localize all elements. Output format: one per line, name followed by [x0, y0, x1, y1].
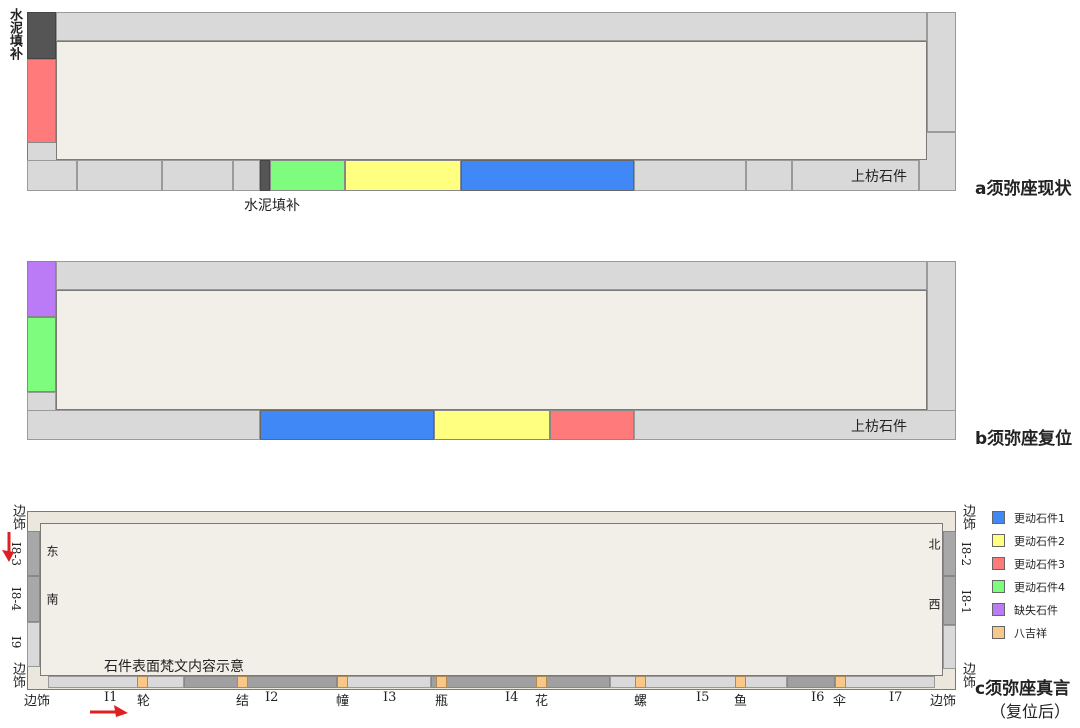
bottom-label-border-left: 边饰	[24, 694, 51, 709]
panel-c-right-label: I8-2	[959, 542, 973, 567]
panel-a-upper-slab	[56, 41, 927, 160]
direction-west: 西	[927, 598, 941, 610]
bottom-label: I3	[383, 690, 397, 705]
bajixiang-marker	[337, 676, 348, 688]
bottom-label: I5	[696, 690, 710, 705]
panel-a-top-strip	[56, 12, 927, 41]
bottom-label: 幢	[336, 694, 350, 709]
panel-b-stone3	[550, 410, 634, 440]
red-arrow-right-icon	[90, 705, 128, 717]
panel-c-right-label: 边饰	[960, 504, 975, 530]
bajixiang-marker	[137, 676, 148, 688]
bottom-label: I7	[889, 690, 903, 705]
bajixiang-marker	[835, 676, 846, 688]
panel-a-bottom-cell	[162, 160, 233, 191]
panel-b-title: b须弥座复位	[975, 429, 1073, 449]
panel-b-stone2	[434, 410, 550, 440]
panel-c-right-cell	[943, 625, 956, 669]
panel-c-left-label: 边饰	[10, 504, 25, 530]
legend-label: 更动石件1	[1014, 512, 1065, 525]
legend-swatch	[992, 626, 1005, 639]
panel-a-right-upper	[927, 12, 956, 132]
bajixiang-marker	[536, 676, 547, 688]
panel-c-left-cell	[27, 531, 40, 576]
panel-c-right-cell	[943, 531, 956, 576]
bottom-label: 螺	[634, 694, 648, 709]
bottom-label: I1	[104, 690, 118, 705]
panel-c-subtitle: （复位后）	[990, 702, 1071, 721]
bajixiang-marker	[735, 676, 746, 688]
panel-b-upper-slab	[56, 290, 927, 410]
panel-a-stone4	[270, 160, 345, 191]
bottom-label: 轮	[137, 694, 151, 709]
legend-swatch	[992, 557, 1005, 570]
panel-c-left-label: 边饰	[10, 662, 25, 688]
panel-c-inner	[40, 523, 943, 676]
panel-a-bottom-cell	[746, 160, 792, 191]
panel-b-bottom-left	[27, 410, 260, 440]
bottom-label-border-right: 边饰	[930, 694, 957, 709]
panel-c-bottom-cell	[48, 676, 184, 688]
panel-c-left-label: I8-4	[9, 587, 23, 612]
panel-c-right-cell	[943, 576, 956, 625]
panel-a-cement-bottom-label: 水泥填补	[244, 198, 300, 214]
panel-c-left-cell	[27, 576, 40, 622]
panel-a-cement-bottom	[260, 160, 270, 191]
panel-c-bottom-cell	[835, 676, 935, 688]
legend-label: 缺失石件	[1014, 604, 1058, 617]
panel-a-bottom-cell	[233, 160, 260, 191]
panel-b-upper-label: 上枋石件	[851, 419, 907, 435]
bottom-label: 瓶	[435, 694, 449, 709]
panel-a-title: a须弥座现状	[975, 179, 1072, 199]
direction-north: 北	[927, 538, 941, 550]
panel-b-bottom-right	[634, 410, 956, 440]
bottom-label: 鱼	[734, 694, 748, 709]
bajixiang-marker	[237, 676, 248, 688]
panel-a-bottom-cell	[27, 160, 77, 191]
panel-c-bottom-cell	[184, 676, 337, 688]
panel-a-stone3-left	[27, 59, 56, 143]
legend-swatch	[992, 511, 1005, 524]
panel-a-cement-left-label: 水泥填补	[7, 8, 22, 60]
bottom-label: I6	[811, 690, 825, 705]
legend-swatch	[992, 603, 1005, 616]
panel-a-bottom-cell	[77, 160, 162, 191]
panel-c-bottom-cell	[337, 676, 431, 688]
legend-label: 更动石件4	[1014, 581, 1065, 594]
panel-a-bottom-cell	[634, 160, 746, 191]
legend-swatch	[992, 534, 1005, 547]
legend-label: 八吉祥	[1014, 627, 1047, 640]
panel-c-caption: 石件表面梵文内容示意	[104, 659, 244, 675]
direction-east: 东	[45, 545, 59, 557]
panel-c-bottom-cell	[431, 676, 610, 688]
panel-a-cement-left	[27, 12, 56, 59]
bottom-label: 伞	[833, 694, 847, 709]
legend-label: 更动石件2	[1014, 535, 1065, 548]
bajixiang-marker	[436, 676, 447, 688]
bottom-label: I4	[505, 690, 519, 705]
bottom-label: I2	[265, 690, 279, 705]
panel-c-title: c须弥座真言	[975, 679, 1071, 699]
panel-b-stone1	[260, 410, 434, 440]
panel-b-stone4	[27, 317, 56, 392]
panel-c-left-label: I9	[9, 636, 23, 649]
legend-label: 更动石件3	[1014, 558, 1065, 571]
bottom-label: 结	[236, 694, 250, 709]
bajixiang-marker	[635, 676, 646, 688]
panel-c-bottom-cell	[787, 676, 835, 688]
panel-c-right-label: I8-1	[959, 590, 973, 615]
panel-b-top-strip	[56, 261, 927, 290]
direction-south: 南	[45, 593, 59, 605]
panel-b-missing	[27, 261, 56, 317]
panel-a-stone2	[345, 160, 461, 191]
red-arrow-down-icon	[2, 532, 14, 562]
panel-a-stone1	[461, 160, 634, 191]
legend-swatch	[992, 580, 1005, 593]
panel-c-left-cell	[27, 622, 40, 667]
panel-a-upper-label: 上枋石件	[851, 169, 907, 185]
bottom-label: 花	[535, 694, 549, 709]
